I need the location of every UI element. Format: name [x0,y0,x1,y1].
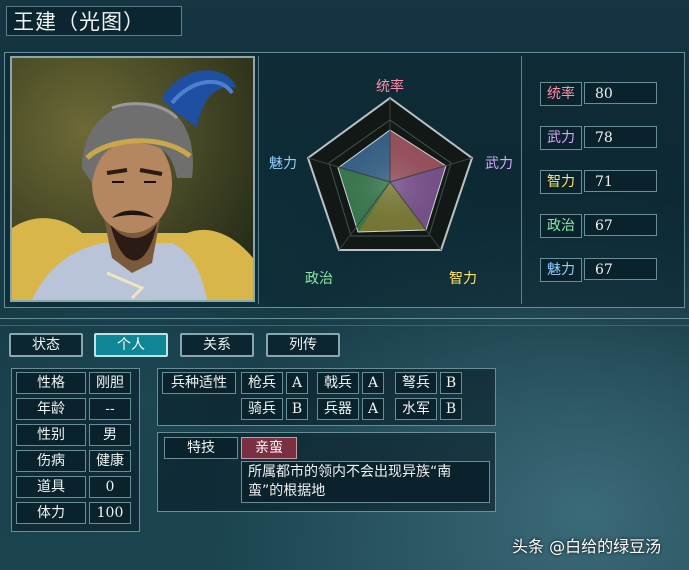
unit-grade: A [362,372,384,394]
unit-grade: A [362,398,384,420]
section-divider [0,325,689,326]
info-value: 男 [89,424,131,446]
tab-personal[interactable]: 个人 [94,333,168,357]
unit-grade: B [440,372,462,394]
stat-value: 80 [584,82,657,104]
unit-name: 戟兵 [317,372,359,394]
radar-label-politics: 政治 [305,271,333,287]
unit-name: 骑兵 [241,398,283,420]
skill-name[interactable]: 亲蛮 [241,437,297,459]
unit-grade: A [286,372,308,394]
divider [258,56,259,304]
radar-label-charm: 魅力 [269,156,297,172]
tab-status[interactable]: 状态 [9,333,83,357]
skill-description: 所属都市的领内不会出现异族“南蛮”的根据地 [241,461,490,503]
portrait-image [12,58,253,300]
info-label: 性别 [16,424,86,446]
ability-radar-chart: 统率 武力 智力 政治 魅力 [269,78,513,287]
info-value: -- [89,398,131,420]
info-label: 年龄 [16,398,86,420]
info-value: 健康 [89,450,131,472]
info-label: 体力 [16,502,86,524]
unit-name: 枪兵 [241,372,283,394]
stat-value: 71 [584,170,657,192]
aptitude-label: 兵种适性 [162,372,236,394]
info-value: 0 [89,476,131,498]
stat-label: 智力 [540,170,582,194]
skill-label: 特技 [164,437,238,459]
unit-name: 水军 [395,398,437,420]
stat-value: 78 [584,126,657,148]
unit-name: 弩兵 [395,372,437,394]
tab-biography[interactable]: 列传 [266,333,340,357]
divider [521,56,522,304]
info-label: 性格 [16,372,86,394]
radar-label-war: 武力 [485,156,513,172]
stat-label: 魅力 [540,258,582,282]
section-divider [0,318,689,319]
stat-label: 武力 [540,126,582,150]
stat-label: 政治 [540,214,582,238]
unit-grade: B [286,398,308,420]
info-label: 伤病 [16,450,86,472]
officer-portrait [10,56,255,302]
info-value: 100 [89,502,131,524]
info-value: 刚胆 [89,372,131,394]
watermark: 头条 @白给的绿豆汤 [512,537,662,556]
info-label: 道具 [16,476,86,498]
radar-label-intelligence: 智力 [449,271,477,287]
unit-grade: B [440,398,462,420]
stat-label: 统率 [540,82,582,106]
stat-value: 67 [584,214,657,236]
tab-relations[interactable]: 关系 [180,333,254,357]
unit-name: 兵器 [317,398,359,420]
stat-value: 67 [584,258,657,280]
officer-name: 王建（光图） [6,6,182,36]
radar-label-command: 统率 [376,78,404,95]
